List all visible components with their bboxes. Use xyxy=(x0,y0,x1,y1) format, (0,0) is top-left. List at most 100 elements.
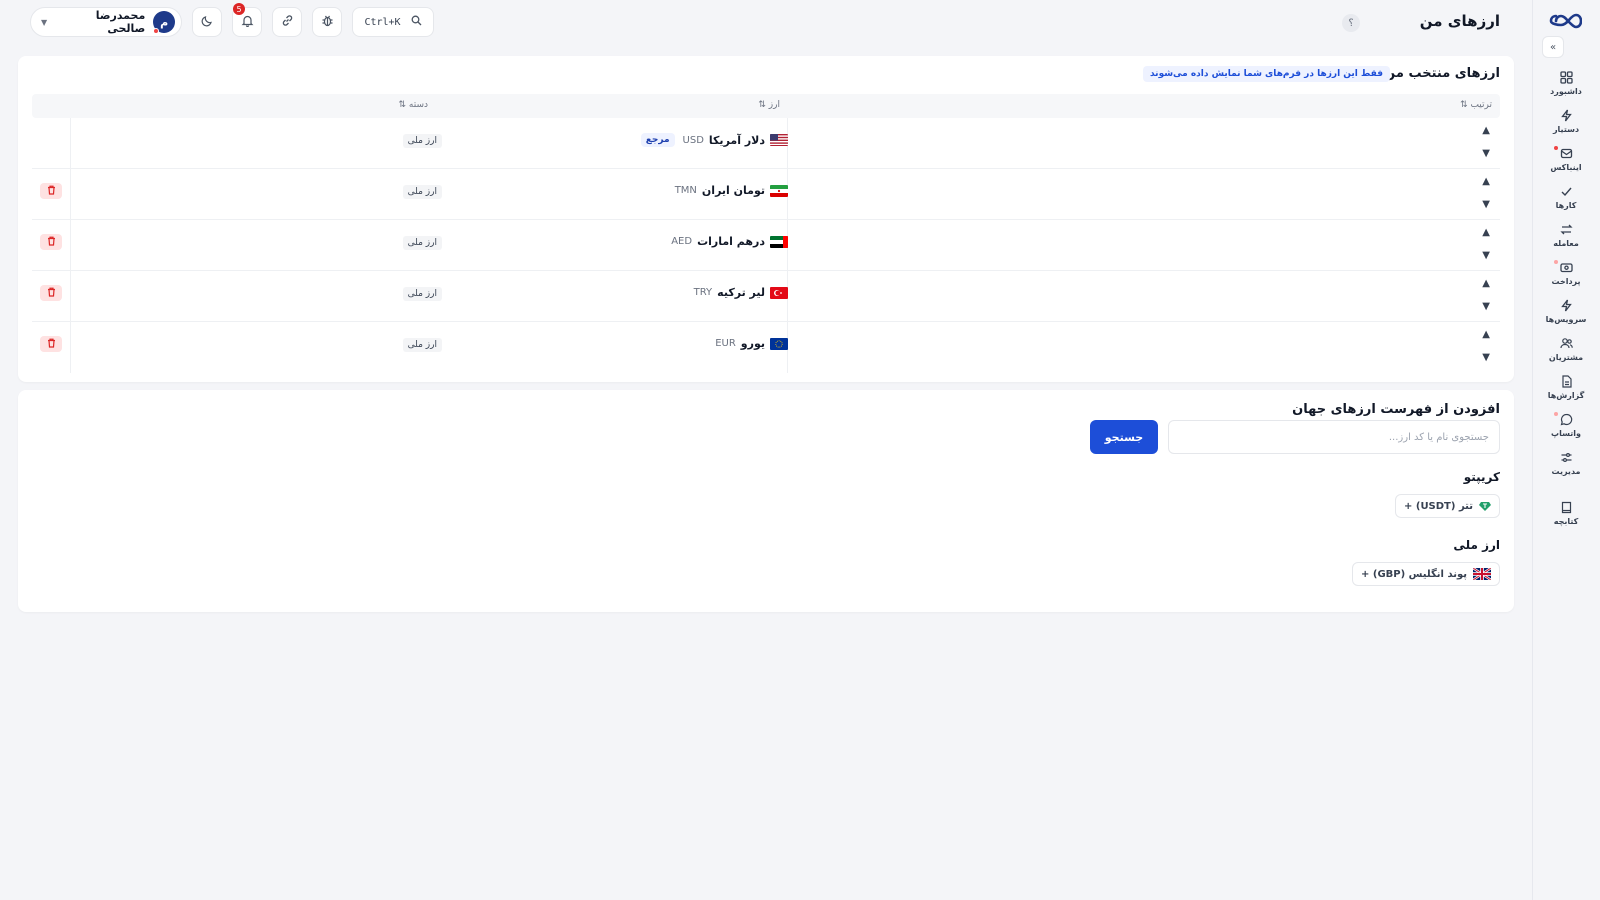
avatar-letter: م xyxy=(160,15,169,29)
trash-icon xyxy=(47,184,56,198)
chip-label: پوند انگلیس (GBP) + xyxy=(1361,568,1467,580)
global-search-button[interactable]: Ctrl+K xyxy=(352,7,434,37)
currency-cell: تومان ایران TMN xyxy=(675,184,788,197)
sidebar-item-label: سرویس‌ها xyxy=(1545,314,1587,324)
move-down-button[interactable]: ▼ xyxy=(1482,351,1490,364)
sidebar-item-label: گزارش‌ها xyxy=(1547,390,1585,400)
sidebar-nav: داشبورد دستیار اینباکس کارها معامله پردا… xyxy=(1538,64,1594,532)
double-chevron-icon: » xyxy=(1549,41,1557,53)
settings-icon xyxy=(1559,451,1573,465)
move-up-button[interactable]: ▲ xyxy=(1482,277,1490,290)
reorder-controls: ▲ ▼ xyxy=(1482,226,1490,262)
gb-flag-icon xyxy=(1473,568,1491,580)
sidebar-item-label: کارها xyxy=(1555,200,1577,210)
dashboard-icon xyxy=(1559,71,1573,85)
exchange-icon xyxy=(1559,223,1573,237)
column-divider xyxy=(70,322,71,373)
chip-label: تتر (USDT) + xyxy=(1404,500,1473,512)
sidebar-item-label: اینباکس xyxy=(1550,162,1582,172)
currency-cell: درهم امارات AED xyxy=(671,235,788,248)
crypto-section-title: کریپتو xyxy=(1463,470,1500,484)
ir-flag-icon xyxy=(770,184,788,197)
delete-button[interactable] xyxy=(40,285,62,301)
sidebar-item-payment[interactable]: پرداخت xyxy=(1538,254,1594,292)
move-up-button[interactable]: ▲ xyxy=(1482,175,1490,188)
currency-name: دلار آمریکا xyxy=(708,133,765,147)
logo[interactable] xyxy=(1548,10,1583,32)
avatar: م xyxy=(153,11,175,34)
delete-button[interactable] xyxy=(40,336,62,352)
sidebar-item-label: معامله xyxy=(1553,238,1579,248)
notifications-button[interactable]: 5 xyxy=(232,3,262,37)
currency-cell: یورو EUR xyxy=(715,337,788,350)
table-row: ▲ ▼ درهم امارات AED ارز ملی xyxy=(32,220,1500,271)
help-button[interactable]: ؟ xyxy=(1342,14,1360,32)
shortcut-label: Ctrl+K xyxy=(364,16,401,28)
move-up-button[interactable]: ▲ xyxy=(1482,328,1490,341)
section-title: ارزهای منتخب من xyxy=(1384,66,1500,81)
table-row: ▲ ▼ دلار آمریکا USD مرجع ارز ملی xyxy=(32,118,1500,169)
sidebar-item-trade[interactable]: معامله xyxy=(1538,216,1594,254)
add-currency-card: افزودن از فهرست ارزهای جهان جستجو کریپتو… xyxy=(18,390,1514,612)
add-gbp-chip[interactable]: پوند انگلیس (GBP) + xyxy=(1352,562,1500,586)
column-header-currency[interactable]: ارز ⇅ xyxy=(758,100,780,110)
move-up-button[interactable]: ▲ xyxy=(1482,226,1490,239)
bug-icon xyxy=(321,14,334,30)
link-button[interactable] xyxy=(272,7,302,37)
page-title: ارزهای من xyxy=(1419,12,1500,30)
section-title: افزودن از فهرست ارزهای جهان xyxy=(1292,402,1500,417)
currency-search-input[interactable] xyxy=(1168,420,1500,454)
fiat-section-title: ارز ملی xyxy=(1453,538,1500,552)
currencies-table: ترتیب ⇅ ارز ⇅ دسته ⇅ ▲ ▼ دلار آمریکا USD… xyxy=(32,94,1500,373)
book-icon xyxy=(1559,501,1573,515)
delete-button[interactable] xyxy=(40,234,62,250)
status-dot xyxy=(1554,260,1558,264)
category-tag: ارز ملی xyxy=(402,134,442,148)
move-down-button[interactable]: ▼ xyxy=(1482,249,1490,262)
search-icon xyxy=(411,15,422,29)
ae-flag-icon xyxy=(770,235,788,248)
category-tag: ارز ملی xyxy=(402,338,442,352)
bug-report-button[interactable] xyxy=(312,7,342,37)
service-icon xyxy=(1559,299,1573,313)
currency-code: USD xyxy=(682,134,704,146)
column-divider xyxy=(70,271,71,321)
category-tag: ارز ملی xyxy=(402,287,442,301)
sidebar-item-management[interactable]: مدیریت xyxy=(1538,444,1594,482)
currency-code: TMN xyxy=(674,185,697,196)
sidebar-item-inbox[interactable]: اینباکس xyxy=(1538,140,1594,178)
currency-cell: دلار آمریکا USD مرجع xyxy=(640,133,788,147)
sidebar-item-handbook[interactable]: کتابچه xyxy=(1538,494,1594,532)
tr-flag-icon xyxy=(770,286,788,299)
collapse-sidebar-button[interactable]: » xyxy=(1542,36,1564,58)
move-up-button[interactable]: ▲ xyxy=(1482,124,1490,137)
move-down-button[interactable]: ▼ xyxy=(1482,300,1490,313)
column-header-order[interactable]: ترتیب ⇅ xyxy=(1460,100,1492,110)
top-bar: ارزهای من ؟ Ctrl+K 5 م محمدرضا صالحی ▼ xyxy=(0,0,1530,46)
sidebar-item-dashboard[interactable]: داشبورد xyxy=(1538,64,1594,102)
status-dot xyxy=(1554,412,1558,416)
sidebar-item-assistant[interactable]: دستیار xyxy=(1538,102,1594,140)
table-row: ▲ ▼ یورو EUR ارز ملی xyxy=(32,322,1500,373)
move-down-button[interactable]: ▼ xyxy=(1482,147,1490,160)
sidebar-item-services[interactable]: سرویس‌ها xyxy=(1538,292,1594,330)
currency-cell: لیر ترکیه TRY xyxy=(694,286,788,299)
search-button[interactable]: جستجو xyxy=(1090,420,1158,454)
payment-icon xyxy=(1559,261,1573,275)
reference-badge: مرجع xyxy=(640,133,675,147)
move-down-button[interactable]: ▼ xyxy=(1482,198,1490,211)
sidebar-item-customers[interactable]: مشتریان xyxy=(1538,330,1594,368)
sidebar-item-tasks[interactable]: کارها xyxy=(1538,178,1594,216)
reorder-controls: ▲ ▼ xyxy=(1482,277,1490,313)
user-menu[interactable]: م محمدرضا صالحی ▼ xyxy=(30,7,182,37)
dark-mode-toggle[interactable] xyxy=(192,7,222,37)
sidebar-item-whatsapp[interactable]: واتساپ xyxy=(1538,406,1594,444)
add-usdt-chip[interactable]: تتر (USDT) + xyxy=(1395,494,1500,518)
report-icon xyxy=(1559,375,1573,389)
info-hint: فقط این ارزها در فرم‌های شما نمایش داده … xyxy=(1142,66,1390,82)
column-divider xyxy=(70,169,71,219)
column-header-category[interactable]: دسته ⇅ xyxy=(399,100,429,110)
delete-button[interactable] xyxy=(40,183,62,199)
currency-name: درهم امارات xyxy=(697,235,765,248)
sidebar-item-reports[interactable]: گزارش‌ها xyxy=(1538,368,1594,406)
